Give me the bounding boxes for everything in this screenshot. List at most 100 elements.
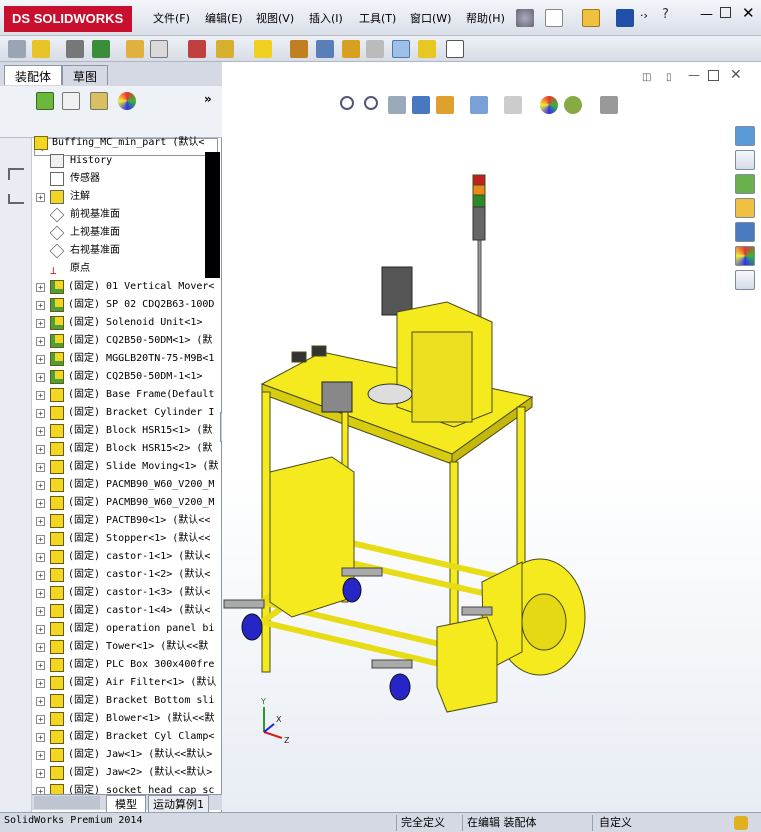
model-view[interactable]: Y Z X [222, 62, 761, 812]
tree-item-feature[interactable]: 右视基准面 [32, 242, 220, 260]
bill-of-materials-icon[interactable] [316, 40, 334, 58]
close-icon[interactable]: ✕ [742, 4, 755, 22]
menu-view[interactable]: 视图(V) [256, 10, 294, 26]
expand-icon[interactable]: + [36, 751, 45, 760]
sketch-tool-icon[interactable] [8, 168, 24, 180]
expand-icon[interactable]: + [36, 679, 45, 688]
menu-tools[interactable]: 工具(T) [359, 10, 396, 26]
custom-properties-icon[interactable] [735, 270, 755, 290]
dimension-tool-icon[interactable] [8, 194, 24, 204]
rebuild-status-icon[interactable] [734, 816, 748, 830]
new-document-icon[interactable] [545, 9, 563, 27]
file-explorer-icon[interactable] [735, 198, 755, 218]
custom-units-button[interactable]: 自定义 [592, 815, 672, 831]
tree-item-feature[interactable]: 传感器 [32, 170, 220, 188]
tree-item-component[interactable]: + (固定) Bracket Bottom sli [32, 692, 220, 710]
take-snapshot-icon[interactable] [446, 40, 464, 58]
tree-item-component[interactable]: + (固定) castor-1<3> (默认< [32, 584, 220, 602]
expand-icon[interactable]: + [36, 733, 45, 742]
tree-item-component[interactable]: + (固定) CQ2B50-50DM<1> (默 [32, 332, 220, 350]
instant3d-icon[interactable] [392, 40, 410, 58]
expand-icon[interactable]: + [36, 517, 45, 526]
mate-icon[interactable] [66, 40, 84, 58]
expand-icon[interactable]: + [36, 193, 45, 202]
tree-item-component[interactable]: + (固定) SP 02 CDQ2B63-100D [32, 296, 220, 314]
expand-icon[interactable]: + [36, 643, 45, 652]
linear-pattern-icon[interactable] [92, 40, 110, 58]
new-motion-study-icon[interactable] [290, 40, 308, 58]
menu-edit[interactable]: 编辑(E) [205, 10, 243, 26]
expand-icon[interactable]: + [36, 409, 45, 418]
expand-icon[interactable]: + [36, 319, 45, 328]
tree-item-component[interactable]: + (固定) Tower<1> (默认<<默 [32, 638, 220, 656]
tab-motion-study[interactable]: 运动算例1 [148, 795, 209, 813]
tree-item-feature[interactable]: ⊥ 原点 [32, 260, 220, 278]
tab-assembly[interactable]: 装配体 [4, 65, 63, 85]
expand-icon[interactable]: + [36, 589, 45, 598]
tree-item-component[interactable]: + (固定) socket head cap sc [32, 782, 220, 794]
expand-icon[interactable]: + [36, 625, 45, 634]
tree-item-component[interactable]: + (固定) castor-1<2> (默认< [32, 566, 220, 584]
tree-item-component[interactable]: + (固定) Bracket Cylinder I [32, 404, 220, 422]
maximize-icon[interactable] [720, 7, 731, 18]
expand-icon[interactable]: + [36, 283, 45, 292]
tree-item-component[interactable]: + (固定) Jaw<2> (默认<<默认> [32, 764, 220, 782]
graphics-area[interactable]: ◫ ▯ — ✕ Y Z X [222, 62, 761, 812]
expand-icon[interactable]: + [36, 337, 45, 346]
tree-item-component[interactable]: + (固定) Block HSR15<1> (默 [32, 422, 220, 440]
show-hidden-icon[interactable] [188, 40, 206, 58]
tab-scroll-arrows[interactable] [34, 796, 100, 809]
expand-icon[interactable]: + [36, 373, 45, 382]
tree-item-component[interactable]: + (固定) Slide Moving<1> (默 [32, 458, 220, 476]
minimize-icon[interactable]: — [700, 7, 713, 22]
feature-manager-icon[interactable] [36, 92, 54, 110]
tree-item-component[interactable]: + (固定) castor-1<4> (默认< [32, 602, 220, 620]
expand-icon[interactable]: + [36, 571, 45, 580]
tree-item-component[interactable]: + (固定) PLC Box 300x400fre [32, 656, 220, 674]
exploded-view-icon[interactable] [342, 40, 360, 58]
reference-geometry-icon[interactable] [254, 40, 272, 58]
open-folder-icon[interactable] [582, 9, 600, 27]
smart-fastener-icon[interactable] [126, 40, 144, 58]
update-speedpak-icon[interactable] [418, 40, 436, 58]
expand-icon[interactable]: + [36, 391, 45, 400]
expand-chevron-icon[interactable]: » [204, 92, 212, 106]
tree-item-component[interactable]: + (固定) PACMB90_W60_V200_M [32, 476, 220, 494]
tree-item-feature[interactable]: + 注解 [32, 188, 220, 206]
tree-item-component[interactable]: + (固定) Solenoid Unit<1> [32, 314, 220, 332]
tab-model[interactable]: 模型 [106, 795, 146, 813]
expand-icon[interactable]: + [36, 715, 45, 724]
solidworks-logo[interactable]: DS SOLIDWORKS [4, 6, 132, 32]
tree-item-component[interactable]: + (固定) Air Filter<1> (默认 [32, 674, 220, 692]
tree-root-assembly[interactable]: Buffing_MC_min_part (默认< [32, 134, 220, 152]
menu-window[interactable]: 窗口(W) [410, 10, 451, 26]
help-question-icon[interactable]: ? [662, 7, 669, 22]
expand-icon[interactable]: + [36, 355, 45, 364]
menu-help[interactable]: 帮助(H) [466, 10, 505, 26]
expand-icon[interactable]: + [36, 301, 45, 310]
insert-component-icon[interactable] [32, 40, 50, 58]
appearances-icon[interactable] [735, 246, 755, 266]
tree-item-component[interactable]: + (固定) castor-1<1> (默认< [32, 548, 220, 566]
expand-icon[interactable]: + [36, 607, 45, 616]
more-icon[interactable]: ·› [640, 9, 648, 22]
pin-icon[interactable] [516, 9, 534, 27]
assembly-icon[interactable] [8, 40, 26, 58]
expand-icon[interactable]: + [36, 427, 45, 436]
configuration-manager-icon[interactable] [90, 92, 108, 110]
tab-sketch[interactable]: 草图 [62, 65, 109, 85]
tree-item-component[interactable]: + (固定) Base Frame(Default [32, 386, 220, 404]
solidworks-resources-icon[interactable] [735, 126, 755, 146]
expand-icon[interactable]: + [36, 481, 45, 490]
expand-icon[interactable]: + [36, 661, 45, 670]
expand-icon[interactable]: + [36, 463, 45, 472]
expand-icon[interactable]: + [36, 787, 45, 794]
expand-icon[interactable]: + [36, 769, 45, 778]
assembly-features-icon[interactable] [216, 40, 234, 58]
explode-line-icon[interactable] [366, 40, 384, 58]
tree-item-component[interactable]: + (固定) 01 Vertical Mover< [32, 278, 220, 296]
move-component-icon[interactable] [150, 40, 168, 58]
tree-item-component[interactable]: + (固定) Stopper<1> (默认<< [32, 530, 220, 548]
tree-item-component[interactable]: + (固定) PACMB90_W60_V200_M [32, 494, 220, 512]
menu-file[interactable]: 文件(F) [153, 10, 190, 26]
